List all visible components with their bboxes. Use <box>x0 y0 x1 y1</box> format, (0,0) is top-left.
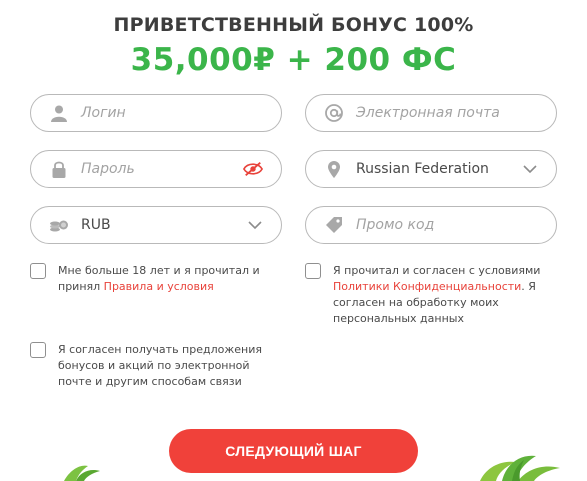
next-step-button[interactable]: СЛЕДУЮЩИЙ ШАГ <box>169 429 418 473</box>
currency-value: RUB <box>81 217 111 233</box>
coins-icon <box>49 215 69 235</box>
location-pin-icon <box>324 159 344 179</box>
bonus-amount: 35,000₽ + 200 ФС <box>130 42 457 78</box>
user-icon <box>49 103 69 123</box>
login-placeholder: Логин <box>81 105 126 121</box>
chevron-down-icon[interactable] <box>245 217 265 233</box>
terms-link[interactable]: Правила и условия <box>104 280 214 293</box>
login-field[interactable]: Логин <box>30 94 282 132</box>
privacy-label-start: Я прочитал и согласен с условиями <box>333 264 541 277</box>
lock-icon <box>49 159 69 179</box>
terms-text: Мне больше 18 лет и я прочитал и принял … <box>58 263 263 295</box>
palm-leaf-icon <box>64 465 100 481</box>
privacy-checkbox[interactable] <box>305 263 321 279</box>
email-field[interactable]: Электронная почта <box>305 94 557 132</box>
privacy-policy-link[interactable]: Политики Конфиденциальности <box>333 280 521 293</box>
bonus-title: ПРИВЕТСТВЕННЫЙ БОНУС 100% <box>113 14 474 36</box>
privacy-text: Я прочитал и согласен с условиями Полити… <box>333 263 548 327</box>
country-select[interactable]: Russian Federation <box>305 150 557 188</box>
terms-consent: Мне больше 18 лет и я прочитал и принял … <box>30 263 263 295</box>
email-placeholder: Электронная почта <box>356 105 500 121</box>
at-icon <box>324 103 344 123</box>
marketing-checkbox[interactable] <box>30 342 46 358</box>
promo-code-field[interactable]: Промо код <box>305 206 557 244</box>
chevron-down-icon[interactable] <box>520 161 540 177</box>
country-value: Russian Federation <box>356 161 489 177</box>
password-field[interactable]: Пароль <box>30 150 282 188</box>
tag-icon <box>324 215 344 235</box>
eye-off-icon[interactable] <box>243 161 263 177</box>
terms-checkbox[interactable] <box>30 263 46 279</box>
promo-placeholder: Промо код <box>356 217 435 233</box>
password-placeholder: Пароль <box>81 161 135 177</box>
marketing-consent: Я согласен получать предложения бонусов … <box>30 342 266 390</box>
privacy-consent: Я прочитал и согласен с условиями Полити… <box>305 263 548 327</box>
palm-tree-icon <box>480 455 560 481</box>
marketing-text: Я согласен получать предложения бонусов … <box>58 343 263 388</box>
currency-select[interactable]: RUB <box>30 206 282 244</box>
